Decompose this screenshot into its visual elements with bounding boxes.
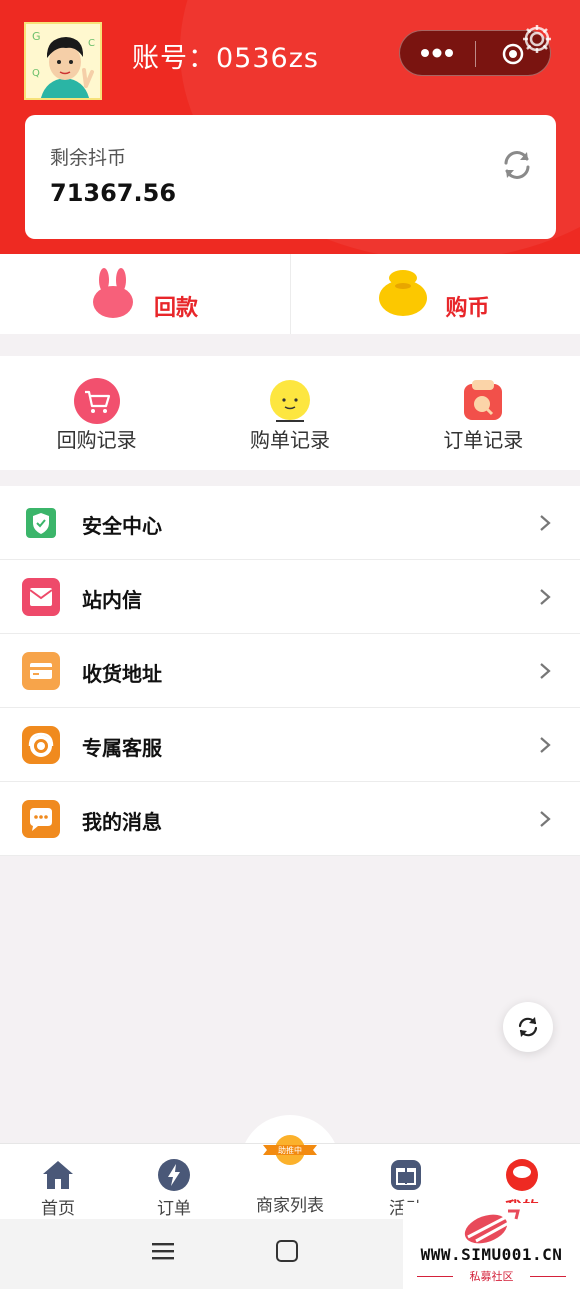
menu-label: 专属客服 xyxy=(82,736,162,760)
purchase-records-label: 购单记录 xyxy=(249,428,330,452)
watermark-url: WWW.SIMU001.CN xyxy=(420,1245,563,1264)
gear-icon[interactable] xyxy=(520,22,554,56)
menu-icon[interactable] xyxy=(152,1241,174,1261)
refund-label: 回款 xyxy=(154,296,199,321)
promo-badge-text: 助推中 xyxy=(278,1145,302,1155)
buyback-records-button[interactable]: 回购记录 xyxy=(0,356,193,470)
home-icon xyxy=(41,1158,75,1192)
chevron-right-icon xyxy=(536,661,554,681)
menu-item-shipping-address[interactable]: 收货地址 xyxy=(0,634,580,708)
chevron-right-icon xyxy=(536,735,554,755)
coin-balance-card: 剩余抖币 71367.56 xyxy=(25,115,556,239)
settings-menu: 安全中心 站内信 收货地址 专属客服 我的消息 xyxy=(0,486,580,856)
coin-label: 剩余抖币 xyxy=(50,147,127,169)
home-square-icon[interactable] xyxy=(276,1240,298,1262)
headset-icon xyxy=(22,726,60,764)
chevron-right-icon xyxy=(536,587,554,607)
svg-text:G: G xyxy=(32,30,41,43)
menu-item-inbox[interactable]: 站内信 xyxy=(0,560,580,634)
buy-coin-label: 购币 xyxy=(445,296,490,321)
chevron-right-icon xyxy=(536,809,554,829)
menu-item-security-center[interactable]: 安全中心 xyxy=(0,486,580,560)
menu-label: 收货地址 xyxy=(82,662,162,686)
more-dots-icon[interactable] xyxy=(420,42,454,64)
gift-icon xyxy=(389,1158,423,1192)
refund-button[interactable]: 回款 xyxy=(0,254,290,334)
menu-label: 站内信 xyxy=(82,588,142,612)
bunny-icon xyxy=(88,266,138,318)
refresh-icon xyxy=(518,1017,538,1037)
chevron-right-icon xyxy=(536,513,554,533)
tab-label: 商家列表 xyxy=(256,1196,324,1216)
tab-merchant-list[interactable]: 助推中 商家列表 xyxy=(232,1133,348,1219)
smiley-icon xyxy=(267,378,313,424)
watermark-logo-icon xyxy=(458,1207,520,1245)
account-label: 账号：0536zs xyxy=(132,43,319,74)
shield-icon xyxy=(22,504,60,542)
profile-header: G C Q 账号：0536zs 剩余抖币 71367.56 xyxy=(0,0,580,254)
purchase-records-button[interactable]: 购单记录 xyxy=(193,356,386,470)
order-records-label: 订单记录 xyxy=(443,428,524,452)
records-row: 回购记录 购单记录 订单记录 xyxy=(0,356,580,470)
chat-icon xyxy=(22,800,60,838)
cart-icon xyxy=(73,378,120,424)
money-bag-icon xyxy=(377,266,429,318)
order-records-button[interactable]: 订单记录 xyxy=(387,356,580,470)
menu-label: 安全中心 xyxy=(82,514,162,538)
mail-icon xyxy=(22,578,60,616)
menu-label: 我的消息 xyxy=(82,810,162,834)
bolt-icon xyxy=(157,1158,191,1192)
capsule-divider xyxy=(475,41,476,67)
svg-text:C: C xyxy=(88,38,95,49)
buyback-records-label: 回购记录 xyxy=(56,428,137,452)
refresh-icon[interactable] xyxy=(500,148,534,182)
primary-actions: 回款 购币 xyxy=(0,254,580,334)
tab-orders[interactable]: 订单 xyxy=(116,1144,232,1220)
tab-home[interactable]: 首页 xyxy=(0,1144,116,1220)
tab-label: 订单 xyxy=(157,1199,191,1219)
card-icon xyxy=(22,652,60,690)
order-bag-icon xyxy=(460,378,506,424)
profile-icon xyxy=(505,1158,539,1192)
buy-coin-button[interactable]: 购币 xyxy=(289,254,580,334)
svg-text:Q: Q xyxy=(32,68,40,79)
watermark-divider xyxy=(530,1276,566,1277)
coin-value: 71367.56 xyxy=(50,179,177,207)
menu-item-customer-service[interactable]: 专属客服 xyxy=(0,708,580,782)
promo-badge-icon: 助推中 xyxy=(261,1133,319,1167)
avatar[interactable]: G C Q xyxy=(24,22,102,100)
tab-label: 首页 xyxy=(41,1199,75,1219)
menu-item-my-messages[interactable]: 我的消息 xyxy=(0,782,580,856)
floating-refresh-button[interactable] xyxy=(503,1002,553,1052)
watermark: WWW.SIMU001.CN 私募社区 xyxy=(403,1203,580,1289)
